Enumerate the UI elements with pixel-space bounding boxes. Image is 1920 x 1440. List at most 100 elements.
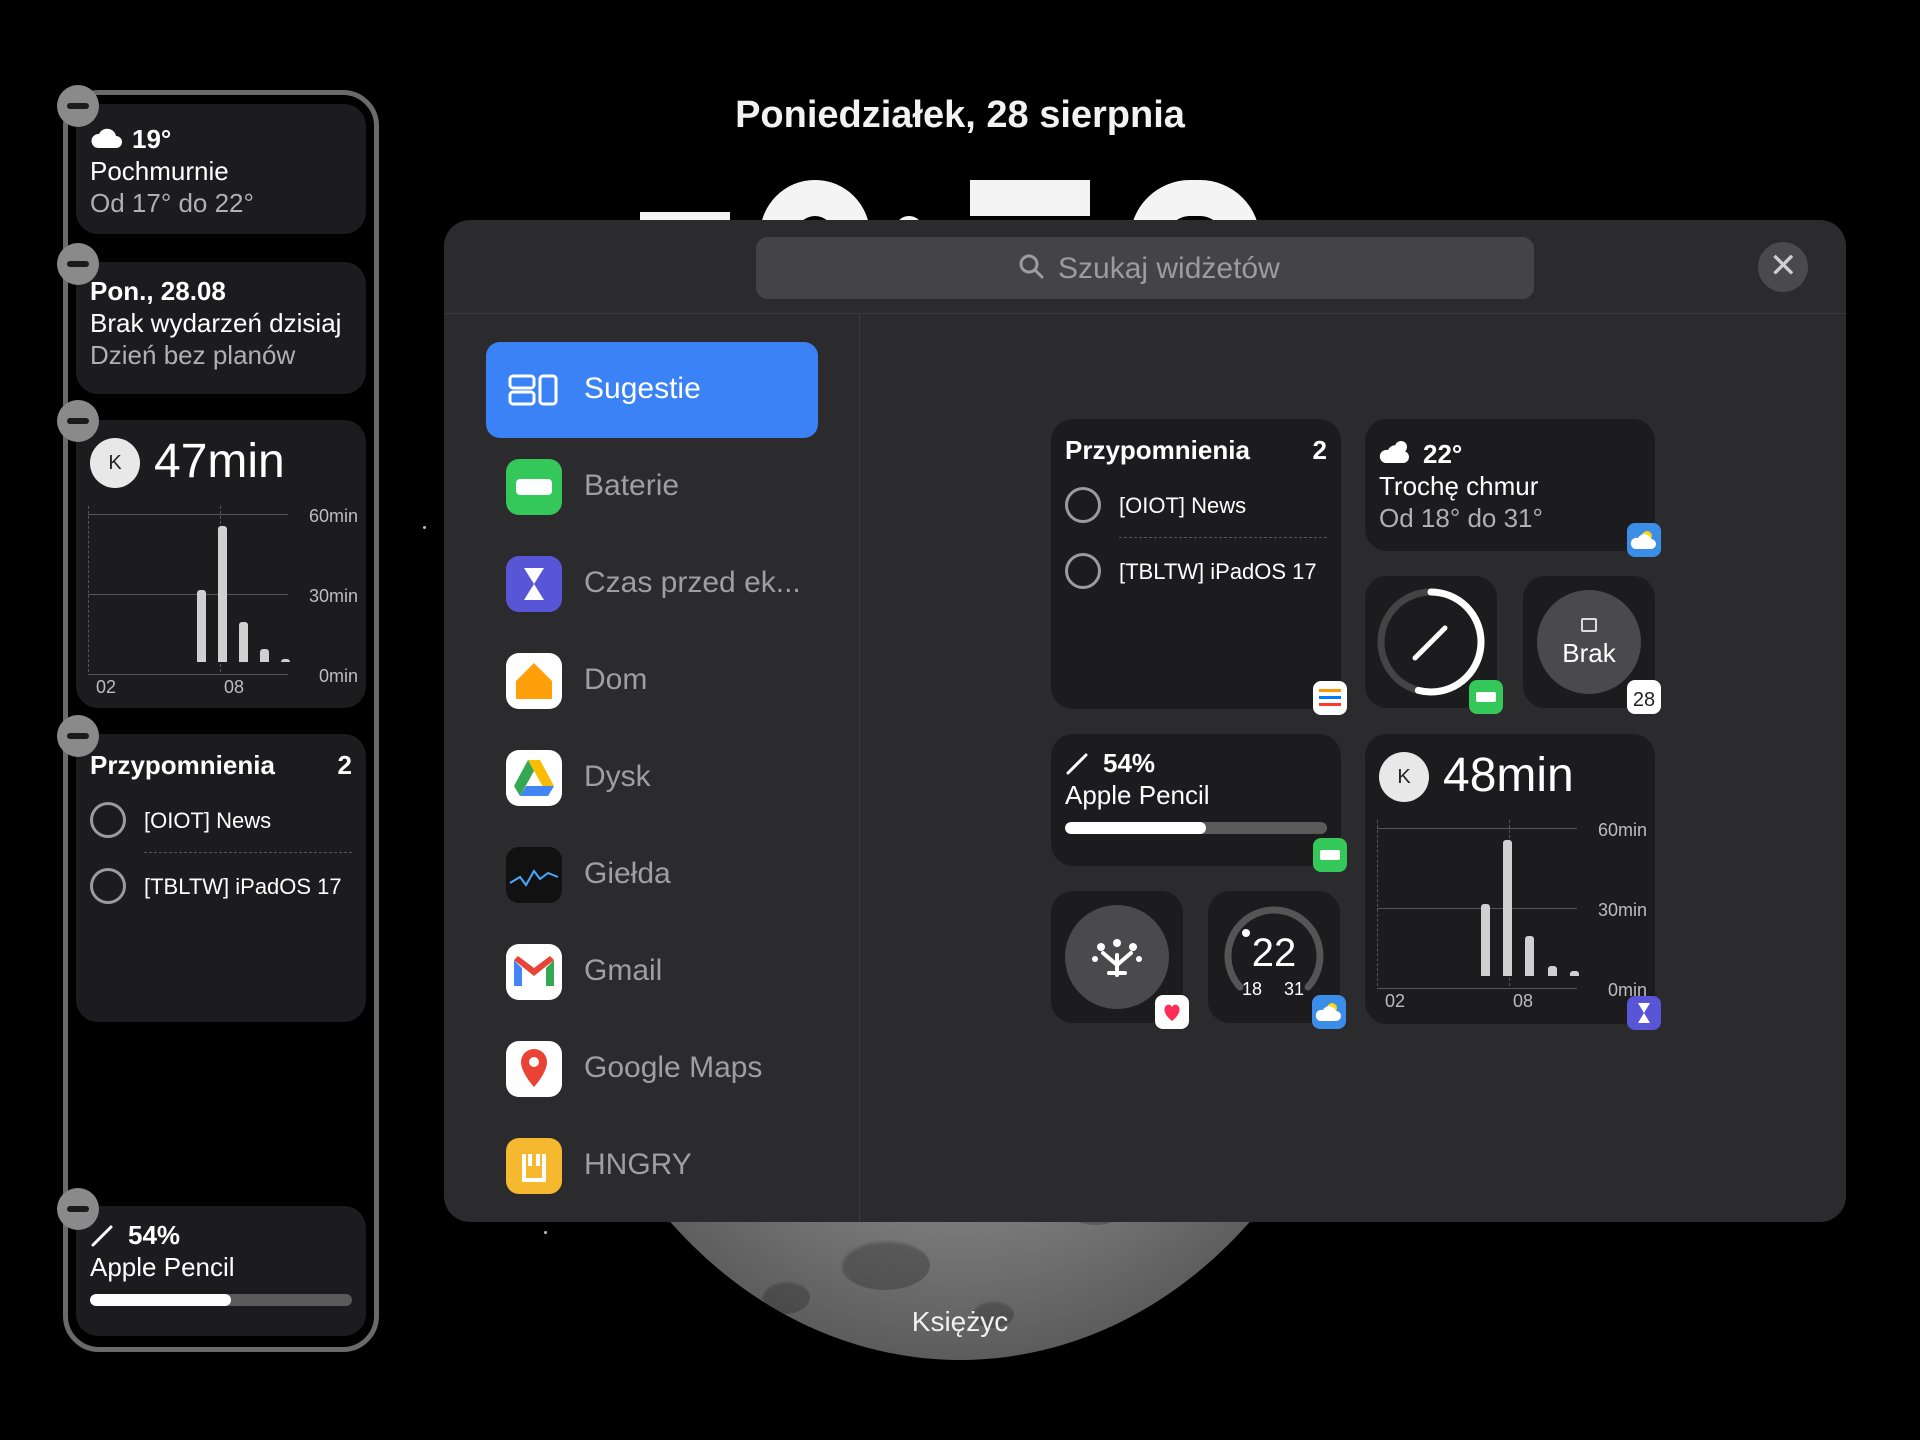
usage-bar <box>260 649 270 662</box>
remove-widget-button[interactable] <box>57 400 99 442</box>
preview-calendar-circle-widget[interactable]: Brak 28 <box>1523 576 1661 714</box>
category-item-baterie[interactable]: Baterie <box>486 439 818 535</box>
remove-widget-button[interactable] <box>57 715 99 757</box>
preview-screen-time-widget[interactable]: K 48min 60min 30min 0min 02 08 <box>1365 734 1661 1030</box>
reminder-item: [TBLTW] iPadOS 17 <box>144 874 342 899</box>
preview-temperature-gauge-widget[interactable]: 22 18 31 <box>1208 891 1346 1029</box>
preview-reminders-widget[interactable]: Przypomnienia 2 [OIOT] News [TBLTW] iPad… <box>1051 419 1347 715</box>
cloud-icon <box>91 128 122 148</box>
reminder-checkbox[interactable] <box>1065 553 1101 589</box>
weather-temp: 22° <box>1423 439 1463 469</box>
usage-bar <box>281 658 291 662</box>
usage-bar <box>1503 840 1513 976</box>
suggestions-icon <box>508 374 558 406</box>
reminder-item: [OIOT] News <box>144 808 272 833</box>
maps-app-icon <box>506 1041 562 1097</box>
category-item-google-maps[interactable]: Google Maps <box>486 1021 818 1117</box>
calendar-widget[interactable]: Pon., 28.08 Brak wydarzeń dzisiaj Dzień … <box>76 262 366 394</box>
usage-bar <box>239 622 249 662</box>
weather-temp: 19° <box>132 124 172 154</box>
widget-search-field[interactable]: Szukaj widżetów <box>756 237 1534 299</box>
gmail-app-icon <box>506 944 562 1000</box>
reminders-widget[interactable]: Przypomnienia 2 [OIOT] News [TBLTW] iPad… <box>76 734 366 1022</box>
screen-time-chart: 60min 30min 0min 02 08 <box>88 506 358 698</box>
category-item-czas-przed-ekranem[interactable]: Czas przed ek... <box>486 536 818 632</box>
reminders-title: Przypomnienia <box>90 750 275 780</box>
calendar-circle: Brak <box>1537 590 1641 694</box>
pencil-icon <box>1066 753 1088 775</box>
remove-widget-button[interactable] <box>57 1188 99 1230</box>
pencil-battery-fill <box>1065 822 1207 834</box>
remove-widget-button[interactable] <box>57 243 99 285</box>
reminder-checkbox[interactable] <box>90 868 126 904</box>
gallery-header: Szukaj widżetów ✕ <box>444 220 1846 314</box>
battery-app-badge-icon <box>1313 838 1347 872</box>
widget-category-list: Sugestie Baterie Czas przed ek... Dom Dy… <box>444 314 860 1222</box>
mindfulness-circle <box>1065 905 1169 1009</box>
screen-time-total: 48min <box>1443 749 1574 802</box>
weather-app-badge-icon <box>1312 995 1346 1029</box>
pencil-battery-bar <box>90 1294 352 1306</box>
pencil-name: Apple Pencil <box>90 1252 235 1282</box>
screen-time-chart: 60min 30min 0min 02 08 <box>1377 820 1647 1012</box>
category-item-gielda[interactable]: Giełda <box>486 827 818 923</box>
gauge-min: 18 <box>1242 979 1263 999</box>
y-label: 30min <box>1597 900 1647 920</box>
usage-bar <box>218 526 228 662</box>
gauge-max: 31 <box>1284 979 1305 999</box>
usage-bar <box>1569 971 1579 976</box>
preview-pencil-ring-widget[interactable] <box>1365 576 1503 714</box>
hngry-app-icon <box>506 1138 562 1194</box>
reminders-app-badge-icon <box>1313 681 1347 715</box>
pencil-percent: 54% <box>1103 748 1156 778</box>
category-item-gmail[interactable]: Gmail <box>486 924 818 1020</box>
avatar: K <box>1379 752 1429 802</box>
weather-widget[interactable]: 19° Pochmurnie Od 17° do 22° <box>76 104 366 234</box>
weather-range: Od 17° do 22° <box>90 188 254 218</box>
pencil-ring-icon <box>1377 588 1485 696</box>
search-placeholder: Szukaj widżetów <box>1058 252 1280 285</box>
reminder-item: [OIOT] News <box>1119 493 1247 518</box>
drive-app-icon <box>506 750 562 806</box>
y-label: 60min <box>1597 820 1647 840</box>
reminder-checkbox[interactable] <box>90 802 126 838</box>
usage-bar <box>197 590 207 662</box>
pencil-name: Apple Pencil <box>1065 780 1210 810</box>
x-label: 02 <box>1385 991 1406 1011</box>
preview-health-widget[interactable] <box>1051 891 1189 1029</box>
calendar-small-icon <box>1581 618 1597 632</box>
category-item-hngry[interactable]: HNGRY <box>486 1118 818 1214</box>
stocks-app-icon <box>506 847 562 903</box>
y-label: 0min <box>318 666 358 686</box>
preview-weather-widget[interactable]: 22° Trochę chmur Od 18° do 31° <box>1365 419 1661 557</box>
pencil-percent: 54% <box>128 1220 181 1250</box>
category-item-sugestie[interactable]: Sugestie <box>486 342 818 438</box>
pencil-battery-bar <box>1065 822 1327 834</box>
category-item-dysk[interactable]: Dysk <box>486 730 818 826</box>
avatar: K <box>90 438 140 488</box>
calendar-events: Brak wydarzeń dzisiaj <box>90 308 342 338</box>
screen-time-app-badge-icon <box>1627 996 1661 1030</box>
preview-pencil-battery-widget[interactable]: 54% Apple Pencil <box>1051 734 1347 872</box>
x-label: 08 <box>1513 991 1534 1011</box>
screen-time-widget[interactable]: K 47min 60min 30min 0min 02 08 <box>76 420 366 708</box>
category-label: Dysk <box>584 760 651 793</box>
pencil-battery-fill <box>90 1294 232 1306</box>
x-label: 08 <box>224 677 245 697</box>
x-label: 02 <box>96 677 117 697</box>
close-button[interactable]: ✕ <box>1758 242 1808 292</box>
close-icon: ✕ <box>1769 247 1798 285</box>
partly-cloudy-icon <box>1379 441 1409 463</box>
reminder-checkbox[interactable] <box>1065 487 1101 523</box>
remove-widget-button[interactable] <box>57 85 99 127</box>
category-label: Google Maps <box>584 1051 763 1084</box>
reminders-count: 2 <box>1312 435 1327 465</box>
y-label: 60min <box>308 506 358 526</box>
battery-app-badge-icon <box>1469 680 1503 714</box>
pencil-battery-widget[interactable]: 54% Apple Pencil <box>76 1206 366 1336</box>
home-app-icon <box>506 653 562 709</box>
gauge-value: 22 <box>1251 931 1297 975</box>
reminders-title: Przypomnienia <box>1065 435 1250 465</box>
category-item-dom[interactable]: Dom <box>486 633 818 729</box>
category-label: Czas przed ek... <box>584 566 801 599</box>
